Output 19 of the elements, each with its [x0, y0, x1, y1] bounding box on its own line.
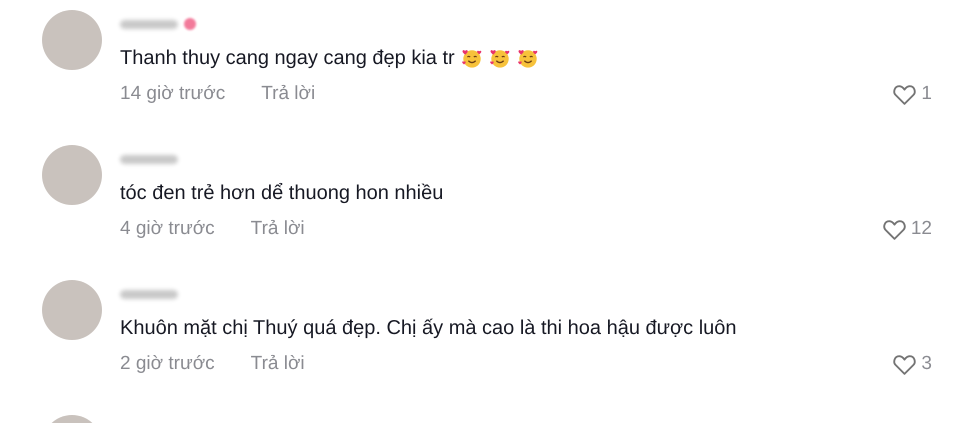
comment-text: Thanh thuy cang ngay cang đẹp kia tr [120, 46, 455, 70]
heart-icon[interactable] [892, 82, 918, 106]
like-count: 3 [921, 353, 932, 375]
reply-link[interactable]: Trả lời [250, 218, 305, 240]
like-count: 1 [921, 83, 932, 105]
reply-link[interactable]: Trả lời [250, 353, 305, 375]
smiling-face-with-hearts-icon [488, 47, 511, 69]
smiling-face-with-hearts-icon [516, 47, 539, 69]
comment-time: 2 giờ trước [120, 353, 215, 375]
comment-text: tóc đen trẻ hơn dể thuong hon nhiều [120, 182, 444, 204]
heart-icon[interactable] [882, 218, 907, 240]
like-count: 12 [910, 218, 932, 240]
smiling-face-with-hearts-icon [460, 47, 483, 69]
comment-text: Khuôn mặt chị Thuý quá đẹp. Chị ấy mà cao là thi hoa hậu được luôn [120, 316, 737, 340]
comment-time: 4 giờ trước [120, 218, 215, 240]
heart-icon[interactable] [892, 352, 918, 376]
blurred-username [120, 20, 178, 28]
reply-link[interactable]: Trả lời [261, 83, 316, 105]
comment-time: 14 giờ trước [120, 83, 226, 105]
